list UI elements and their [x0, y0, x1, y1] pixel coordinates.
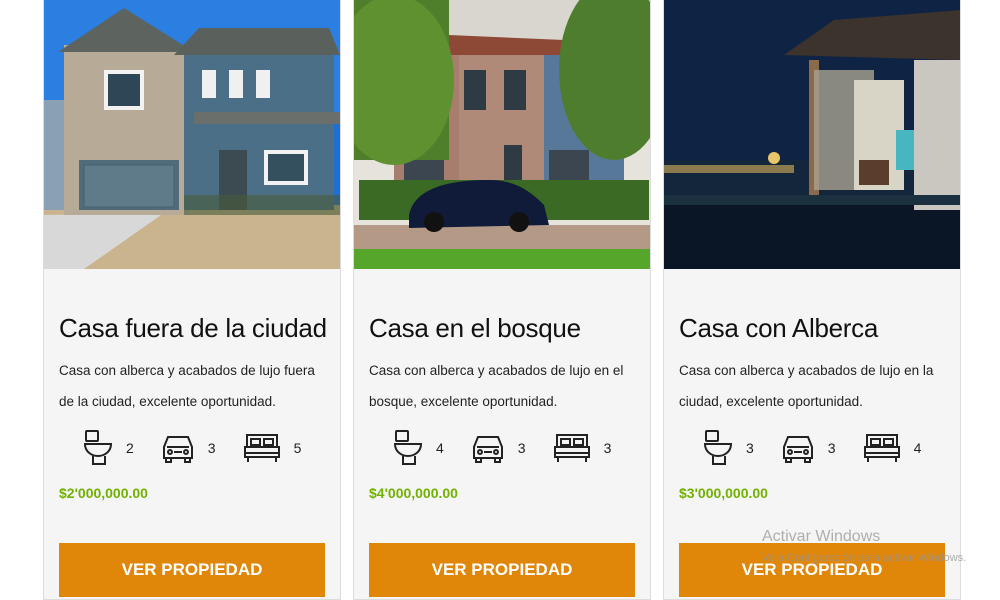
bedrooms-count: 3	[603, 440, 612, 456]
property-title: Casa con Alberca	[679, 313, 878, 343]
amenity-bathrooms: 2	[84, 430, 134, 466]
bathrooms-count: 4	[436, 440, 444, 456]
amenities-row: 4 3 3	[369, 427, 635, 469]
bedrooms-count: 4	[913, 440, 922, 456]
property-price: $4'000,000.00	[369, 485, 458, 501]
car-icon	[472, 433, 504, 463]
property-description: Casa con alberca y acabados de lujo en l…	[679, 363, 934, 409]
property-card: Casa en el bosque Casa con alberca y aca…	[353, 0, 651, 600]
view-property-button[interactable]: VER PROPIEDAD	[369, 543, 635, 597]
toilet-icon	[84, 430, 112, 466]
toilet-icon	[704, 430, 732, 466]
car-icon	[782, 433, 814, 463]
amenity-bedrooms: 5	[243, 433, 302, 463]
bathrooms-count: 3	[746, 440, 754, 456]
listings-grid: Casa fuera de la ciudad Casa con alberca…	[43, 0, 961, 600]
property-photo[interactable]	[44, 0, 340, 269]
property-card: Casa fuera de la ciudad Casa con alberca…	[43, 0, 341, 600]
property-title: Casa fuera de la ciudad	[59, 313, 327, 343]
car-icon	[162, 433, 194, 463]
amenity-bedrooms: 3	[553, 433, 612, 463]
amenity-parking: 3	[472, 433, 526, 463]
toilet-icon	[394, 430, 422, 466]
amenity-bathrooms: 4	[394, 430, 444, 466]
amenity-bedrooms: 4	[863, 433, 922, 463]
property-title: Casa en el bosque	[369, 313, 581, 343]
property-card: Casa con Alberca Casa con alberca y acab…	[663, 0, 961, 600]
amenities-row: 2 3 5	[59, 427, 325, 469]
property-price: $3'000,000.00	[679, 485, 768, 501]
amenities-row: 3 3 4	[679, 427, 945, 469]
amenity-parking: 3	[162, 433, 216, 463]
view-property-button[interactable]: VER PROPIEDAD	[679, 543, 945, 597]
bed-icon	[243, 433, 280, 463]
property-photo[interactable]	[354, 0, 650, 269]
bedrooms-count: 5	[293, 440, 302, 456]
property-description: Casa con alberca y acabados de lujo fuer…	[59, 363, 315, 409]
property-photo[interactable]	[664, 0, 960, 269]
property-description: Casa con alberca y acabados de lujo en e…	[369, 363, 624, 409]
bed-icon	[863, 433, 900, 463]
view-property-button[interactable]: VER PROPIEDAD	[59, 543, 325, 597]
bathrooms-count: 2	[126, 440, 134, 456]
amenity-bathrooms: 3	[704, 430, 754, 466]
property-price: $2'000,000.00	[59, 485, 148, 501]
bed-icon	[553, 433, 590, 463]
parking-count: 3	[827, 440, 836, 456]
amenity-parking: 3	[782, 433, 836, 463]
parking-count: 3	[517, 440, 526, 456]
parking-count: 3	[207, 440, 216, 456]
